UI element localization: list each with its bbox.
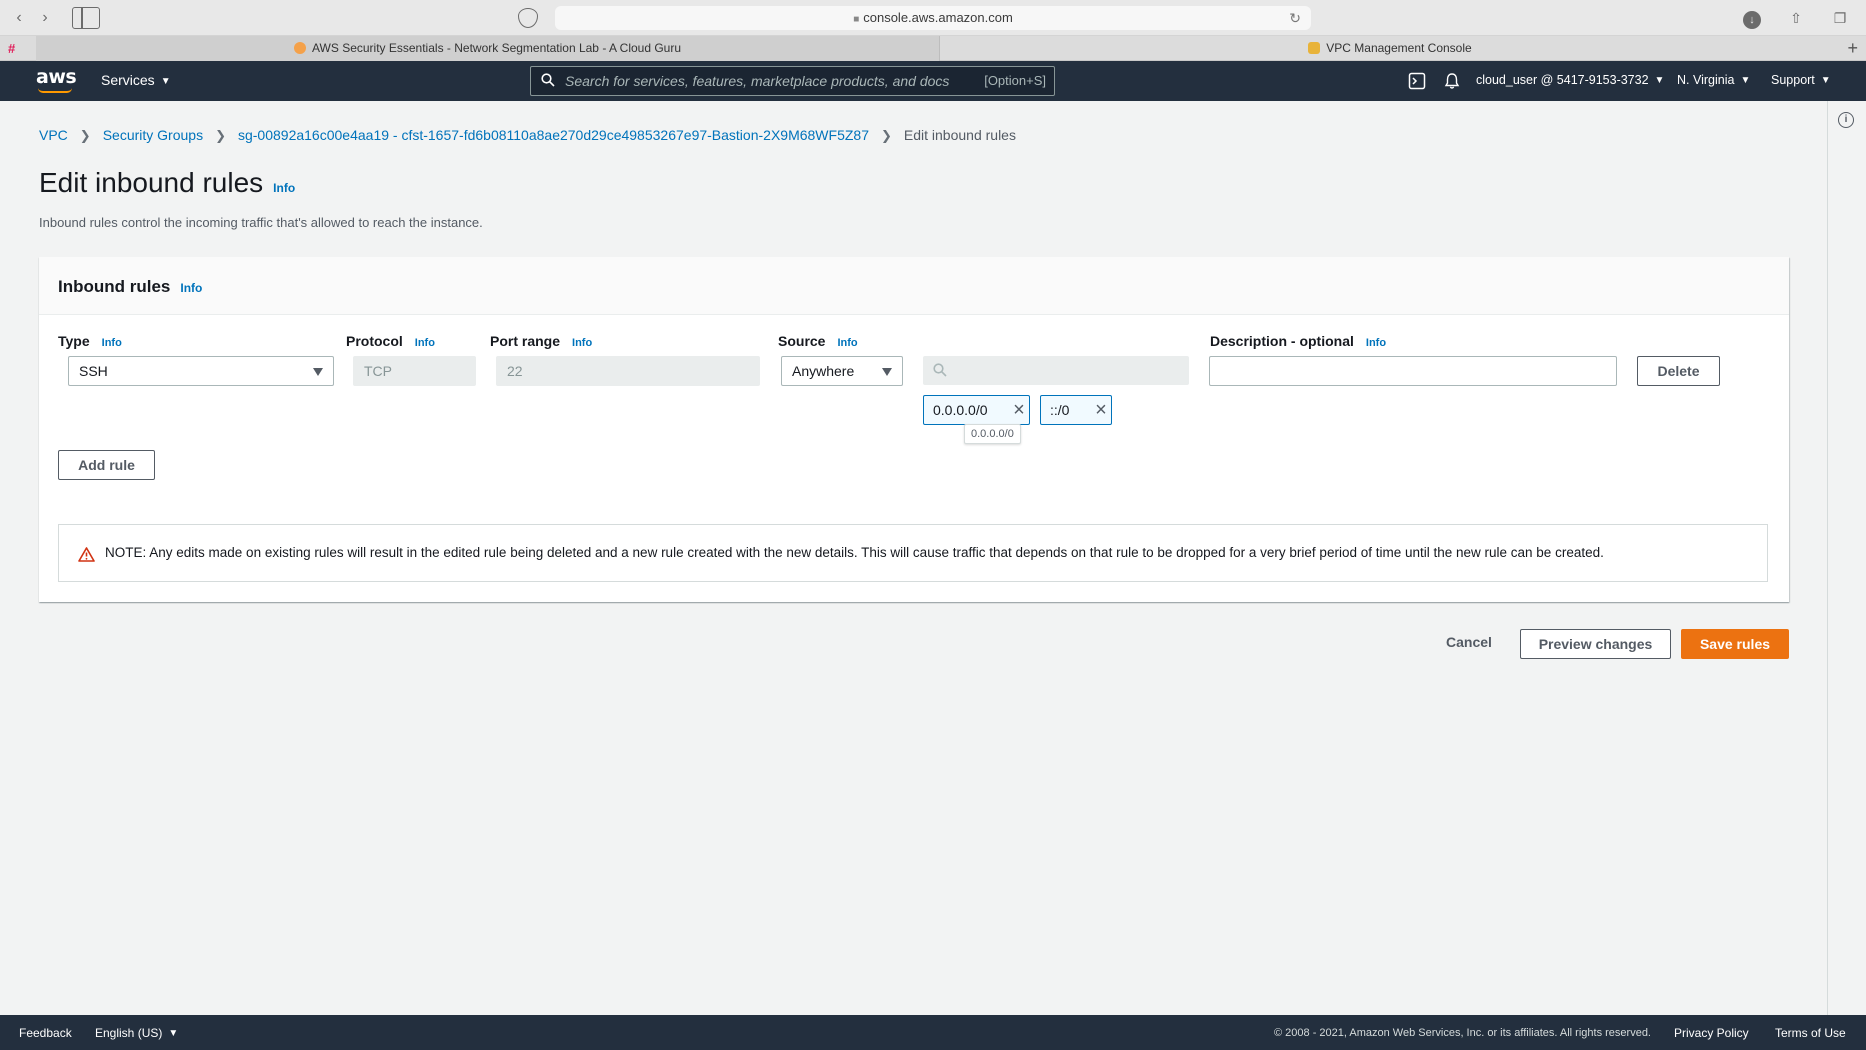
share-icon[interactable]: ⇧ <box>1785 8 1807 28</box>
services-menu[interactable]: Services ▼ <box>101 72 171 88</box>
source-info-link[interactable]: Info <box>837 337 857 349</box>
language-menu[interactable]: English (US) ▼ <box>95 1026 178 1040</box>
page-info-link[interactable]: Info <box>273 181 295 195</box>
terms-of-use-link[interactable]: Terms of Use <box>1775 1026 1846 1040</box>
cloud-guru-favicon-icon <box>293 42 306 54</box>
save-rules-button[interactable]: Save rules <box>1681 629 1789 659</box>
aws-favicon-icon <box>1308 42 1321 54</box>
source-select[interactable]: Anywhere <box>781 356 903 386</box>
address-bar[interactable]: ■ console.aws.amazon.com ↻ <box>555 6 1311 30</box>
close-icon[interactable]: × <box>1091 396 1111 424</box>
cidr-tooltip: 0.0.0.0/0 <box>964 424 1021 444</box>
cidr-search-input[interactable] <box>923 356 1189 385</box>
cancel-button[interactable]: Cancel <box>1446 634 1492 650</box>
privacy-shield-icon[interactable] <box>518 8 538 28</box>
caret-down-icon <box>313 368 323 376</box>
type-column-label: Type Info <box>58 333 122 349</box>
cidr-token-ipv4[interactable]: 0.0.0.0/0 × <box>923 395 1030 425</box>
description-input[interactable] <box>1209 356 1617 386</box>
aws-logo[interactable]: aws <box>36 66 77 93</box>
tools-panel-divider <box>1827 101 1828 1015</box>
breadcrumb-security-groups[interactable]: Security Groups <box>103 127 203 143</box>
browser-toolbar: ‹ › ■ console.aws.amazon.com ↻ ↓ ⇧ ❐ <box>0 0 1866 36</box>
page-description: Inbound rules control the incoming traff… <box>39 215 483 230</box>
search-input[interactable] <box>565 71 965 91</box>
breadcrumb-vpc[interactable]: VPC <box>39 127 68 143</box>
protocol-info-link[interactable]: Info <box>415 337 435 349</box>
preview-changes-button[interactable]: Preview changes <box>1520 629 1671 659</box>
slack-icon[interactable]: # <box>8 42 22 56</box>
type-select[interactable]: SSH <box>68 356 334 386</box>
notifications-bell-icon[interactable] <box>1443 72 1461 90</box>
info-panel-icon[interactable]: i <box>1838 112 1854 128</box>
tab-overview-icon[interactable]: ❐ <box>1829 8 1851 28</box>
support-menu[interactable]: Support ▼ <box>1771 73 1831 87</box>
panel-header: Inbound rules Info <box>39 257 1789 315</box>
port-range-field: 22 <box>496 356 760 386</box>
chevron-right-icon: ❯ <box>880 128 892 143</box>
caret-down-icon <box>882 368 892 376</box>
lock-icon: ■ <box>853 14 860 25</box>
caret-down-icon: ▼ <box>1654 75 1665 86</box>
caret-down-icon: ▼ <box>1740 75 1751 86</box>
chevron-right-icon: ❯ <box>215 128 226 143</box>
protocol-field: TCP <box>353 356 476 386</box>
privacy-policy-link[interactable]: Privacy Policy <box>1674 1026 1749 1040</box>
reload-icon[interactable]: ↻ <box>1289 6 1301 30</box>
breadcrumb: VPC ❯ Security Groups ❯ sg-00892a16c00e4aa19… <box>39 127 1016 144</box>
tab-strip: AWS Security Essentials - Network Segmen… <box>0 36 1866 61</box>
aws-global-nav: aws Services▼ [Option+S] cloud_user @ 54… <box>0 61 1866 101</box>
account-menu[interactable]: cloud_user @ 5417-9153-3732 ▼ <box>1476 73 1664 87</box>
delete-rule-button[interactable]: Delete <box>1637 356 1720 386</box>
panel-info-link[interactable]: Info <box>180 281 202 295</box>
tab-vpc-console[interactable]: VPC Management Console <box>940 36 1840 61</box>
cidr-token-ipv6[interactable]: ::/0 × <box>1040 395 1112 425</box>
port-range-column-label: Port range Info <box>490 333 593 349</box>
downloads-icon[interactable]: ↓ <box>1741 8 1763 29</box>
search-icon <box>933 363 947 377</box>
port-range-info-link[interactable]: Info <box>572 337 592 349</box>
search-icon <box>541 73 555 87</box>
panel-title: Inbound rules Info <box>58 277 203 296</box>
edit-warning-note: NOTE: Any edits made on existing rules w… <box>58 524 1768 582</box>
add-rule-button[interactable]: Add rule <box>58 450 155 480</box>
feedback-link[interactable]: Feedback <box>19 1026 72 1040</box>
tab-acloudguru[interactable]: AWS Security Essentials - Network Segmen… <box>36 36 940 61</box>
note-text: NOTE: Any edits made on existing rules w… <box>105 545 1604 560</box>
protocol-column-label: Protocol Info <box>346 333 435 349</box>
forward-icon[interactable]: › <box>34 8 56 28</box>
chevron-right-icon: ❯ <box>79 128 91 143</box>
page-title: Edit inbound rules Info <box>39 167 296 198</box>
url-text: console.aws.amazon.com <box>863 10 1013 25</box>
description-column-label: Description - optional Info <box>1210 333 1387 349</box>
inbound-rules-panel: Inbound rules Info NOTE: Any edits made o… <box>39 257 1789 602</box>
caret-down-icon: ▼ <box>1820 75 1831 86</box>
breadcrumb-security-group-id[interactable]: sg-00892a16c00e4aa19 - cfst-1657-fd6b081… <box>238 127 869 143</box>
back-icon[interactable]: ‹ <box>8 8 30 28</box>
global-search[interactable]: [Option+S] <box>530 66 1055 96</box>
new-tab-icon[interactable]: + <box>1847 36 1858 61</box>
copyright-text: © 2008 - 2021, Amazon Web Services, Inc.… <box>1274 1027 1651 1039</box>
caret-down-icon: ▼ <box>160 76 171 87</box>
sidebar-toggle-icon[interactable] <box>72 7 100 29</box>
close-icon[interactable]: × <box>1009 396 1029 424</box>
aws-footer: Feedback English (US) ▼ © 2008 - 2021, Am… <box>0 1015 1866 1050</box>
source-column-label: Source Info <box>778 333 858 349</box>
description-info-link[interactable]: Info <box>1366 337 1386 349</box>
warning-triangle-icon <box>78 547 95 562</box>
cloudshell-icon[interactable] <box>1408 72 1426 90</box>
caret-down-icon: ▼ <box>168 1028 179 1039</box>
region-menu[interactable]: N. Virginia ▼ <box>1677 73 1750 87</box>
search-shortcut: [Option+S] <box>984 73 1046 88</box>
breadcrumb-current: Edit inbound rules <box>903 127 1016 143</box>
type-info-link[interactable]: Info <box>102 337 122 349</box>
